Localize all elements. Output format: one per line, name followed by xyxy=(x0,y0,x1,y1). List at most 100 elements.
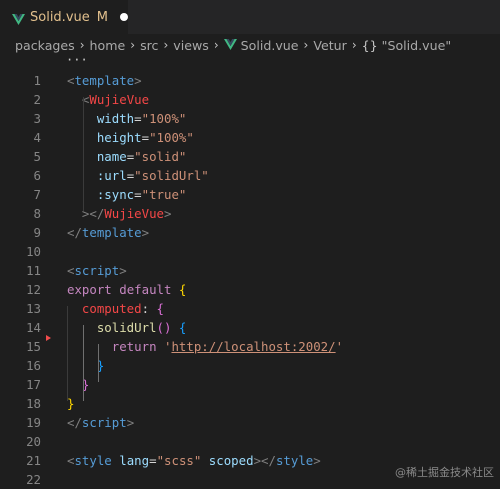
code-line[interactable]: 6 :url="solidUrl" xyxy=(0,166,500,185)
code-line[interactable]: 19 </script> xyxy=(0,413,500,432)
code-token: "100%" xyxy=(149,130,194,145)
code-token: "100%" xyxy=(141,111,187,126)
code-line[interactable]: 14 solidUrl() { xyxy=(0,318,500,337)
code-token: scoped xyxy=(208,453,254,468)
code-token: > xyxy=(134,73,142,88)
code-line[interactable]: 4 height="100%" xyxy=(0,128,500,147)
code-token: name xyxy=(96,149,127,164)
line-number: 13 xyxy=(26,301,41,316)
breadcrumb-src[interactable]: src xyxy=(140,38,158,53)
code-line[interactable]: 1 <template> xyxy=(0,71,500,90)
code-token: > xyxy=(126,415,135,430)
indent-guide xyxy=(83,325,84,401)
breakpoint-marker-icon[interactable] xyxy=(46,335,51,341)
code-line[interactable]: 2 <WujieVue xyxy=(0,90,500,109)
code-line[interactable]: 15 return 'http://localhost:2002/' xyxy=(0,337,500,356)
code-line[interactable]: 9 </template> xyxy=(0,223,500,242)
chevron-right-icon: › xyxy=(79,38,85,52)
code-editor[interactable]: ··· 1 <template> 2 <WujieVue 3 width="100%"… xyxy=(0,53,500,487)
code-token: return xyxy=(111,339,157,354)
code-token: { xyxy=(178,320,187,335)
code-text: export default { xyxy=(67,280,186,299)
code-token: > xyxy=(141,225,150,240)
breadcrumb-vetur[interactable]: Vetur xyxy=(313,38,346,53)
line-number: 5 xyxy=(33,149,41,164)
code-line[interactable]: 7 :sync="true" xyxy=(0,185,500,204)
code-token: ></ xyxy=(253,453,276,468)
line-number: 12 xyxy=(26,282,41,297)
code-token: export xyxy=(67,282,112,297)
braces-icon: {} xyxy=(361,37,378,53)
code-line[interactable]: 5 name="solid" xyxy=(0,147,500,166)
code-text: </script> xyxy=(67,413,134,432)
line-number: 11 xyxy=(26,263,41,278)
code-line[interactable]: 20 xyxy=(0,432,500,451)
code-text: </template> xyxy=(67,223,149,242)
breadcrumb-views[interactable]: views xyxy=(173,38,209,53)
line-number: 4 xyxy=(33,130,41,145)
line-number: 22 xyxy=(26,472,41,487)
code-line[interactable]: 17 } xyxy=(0,375,500,394)
chevron-right-icon: › xyxy=(213,38,219,52)
line-number: 1 xyxy=(33,73,41,88)
breadcrumb-file[interactable]: Solid.vue xyxy=(241,38,299,53)
code-text: computed: { xyxy=(67,299,164,318)
unsaved-dot-icon[interactable] xyxy=(119,13,128,21)
code-token: default xyxy=(119,282,172,297)
breadcrumb-symbol[interactable]: "Solid.vue" xyxy=(382,38,451,53)
code-token: template xyxy=(74,73,135,88)
line-number: 6 xyxy=(33,168,41,183)
code-line[interactable]: 3 width="100%" xyxy=(0,109,500,128)
tab-solid-vue[interactable]: Solid.vue M xyxy=(0,0,128,34)
code-line[interactable]: 10 xyxy=(0,242,500,261)
chevron-right-icon: › xyxy=(163,38,169,52)
line-number: 17 xyxy=(26,377,41,392)
line-number: 7 xyxy=(33,187,41,202)
code-token: = xyxy=(149,453,157,468)
breadcrumb-packages[interactable]: packages xyxy=(15,38,75,53)
code-token: style xyxy=(275,453,314,468)
code-token: width xyxy=(96,111,135,126)
code-token: computed xyxy=(81,301,142,316)
code-line[interactable]: 13 computed: { xyxy=(0,299,500,318)
chevron-right-icon: › xyxy=(303,38,309,52)
code-line[interactable]: 12 export default { xyxy=(0,280,500,299)
code-token: :url xyxy=(96,168,127,183)
watermark: @稀土掘金技术社区 xyxy=(395,466,494,479)
code-token: ' xyxy=(335,339,344,354)
code-token: { xyxy=(156,301,164,316)
line-number: 20 xyxy=(26,434,41,449)
code-text: <template> xyxy=(67,71,142,90)
folded-region-ellipsis: ··· xyxy=(66,53,88,67)
line-number: 3 xyxy=(33,111,41,126)
code-line[interactable]: 8 ></WujieVue> xyxy=(0,204,500,223)
chevron-right-icon: › xyxy=(130,38,136,52)
code-text: <style lang="scss" scoped></style> xyxy=(67,451,321,470)
code-token: style xyxy=(74,453,112,468)
line-number: 18 xyxy=(26,396,41,411)
code-text: } xyxy=(67,375,89,394)
code-token: "solid" xyxy=(134,149,187,164)
code-token: WujieVue xyxy=(104,206,164,221)
code-token: height xyxy=(96,130,142,145)
code-token: > xyxy=(313,453,321,468)
code-token: </ xyxy=(67,225,82,240)
code-line[interactable]: 11 <script> xyxy=(0,261,500,280)
code-token: > xyxy=(164,206,172,221)
line-number: 10 xyxy=(26,244,41,259)
breadcrumb-home[interactable]: home xyxy=(90,38,126,53)
code-token: = xyxy=(134,111,142,126)
code-token: script xyxy=(81,415,127,430)
code-line[interactable]: 18} xyxy=(0,394,500,413)
code-line[interactable]: 16 } xyxy=(0,356,500,375)
